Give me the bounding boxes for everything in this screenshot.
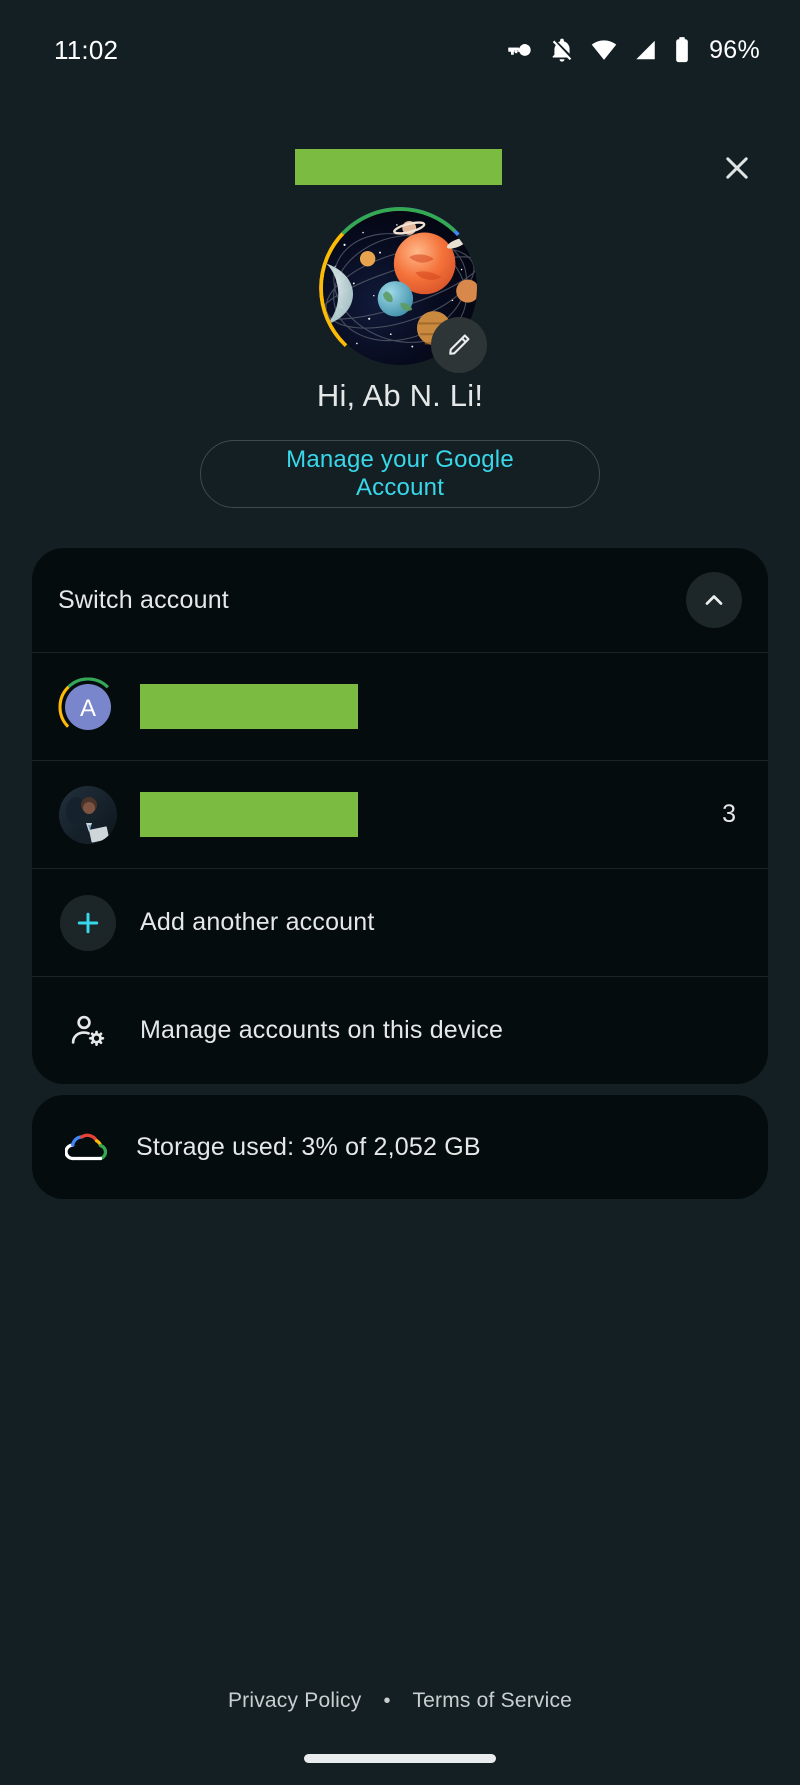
edit-avatar-button[interactable]: [431, 317, 487, 373]
plus-circle: [60, 894, 116, 951]
collapse-switch-account-button[interactable]: [686, 572, 742, 628]
manage-accounts-row[interactable]: Manage accounts on this device: [32, 977, 768, 1084]
terms-of-service-link[interactable]: Terms of Service: [412, 1689, 572, 1713]
header-title-redacted: [295, 149, 502, 185]
account-avatar-photo: [58, 785, 118, 845]
manage-google-account-button[interactable]: Manage your Google Account: [200, 440, 600, 508]
account-row[interactable]: A: [32, 653, 768, 760]
privacy-policy-link[interactable]: Privacy Policy: [228, 1689, 362, 1713]
account-avatar-initial: A: [80, 695, 96, 722]
switch-account-card: Switch account A 3 Add another account M…: [32, 548, 768, 1084]
plus-icon: [77, 912, 99, 933]
notifications-off-icon: [548, 36, 576, 64]
add-another-account-row[interactable]: Add another account: [32, 869, 768, 976]
storage-card[interactable]: Storage used: 3% of 2,052 GB: [32, 1095, 768, 1199]
storage-used-label: Storage used: 3% of 2,052 GB: [136, 1132, 481, 1161]
cellular-signal-icon: [632, 37, 658, 63]
pencil-edit-icon: [449, 334, 470, 355]
manage-accounts-label: Manage accounts on this device: [140, 1016, 504, 1044]
storage-icon-wrap: [58, 1117, 118, 1177]
battery-percent-label: 96%: [709, 35, 760, 64]
vpn-key-icon: [506, 36, 534, 64]
status-bar-clock: 11:02: [54, 34, 119, 65]
home-gesture-bar[interactable]: [304, 1754, 496, 1763]
battery-icon: [672, 36, 692, 64]
google-one-cloud-icon: [65, 1133, 108, 1161]
footer-separator: •: [383, 1689, 391, 1712]
status-bar: 11:02 96%: [0, 0, 800, 100]
switch-account-label: Switch account: [58, 585, 229, 614]
wifi-icon: [590, 36, 618, 64]
greeting-text: Hi, Ab N. Li!: [316, 378, 484, 413]
profile-avatar[interactable]: [317, 205, 487, 373]
add-account-icon-wrap: [58, 893, 118, 953]
close-button[interactable]: [709, 140, 765, 196]
account-name-redacted: [140, 792, 358, 837]
account-avatar-letter: A: [58, 677, 118, 737]
manage-accounts-icon: [71, 1015, 105, 1046]
google-account-panel: 11:02 96% Hi, Ab N. Li! Manage your Goog…: [0, 0, 800, 1785]
account-badge-count: 3: [722, 800, 736, 828]
status-bar-icons: 96%: [506, 36, 760, 65]
close-icon: [726, 157, 748, 179]
add-another-account-label: Add another account: [140, 908, 375, 936]
panel-header: [0, 140, 800, 196]
footer-links: Privacy Policy • Terms of Service: [0, 1689, 800, 1713]
chevron-up-icon: [705, 595, 723, 605]
manage-accounts-icon-wrap: [58, 1001, 118, 1061]
account-name-redacted: [140, 684, 358, 729]
account-row[interactable]: 3: [32, 761, 768, 868]
switch-account-header[interactable]: Switch account: [32, 548, 768, 652]
